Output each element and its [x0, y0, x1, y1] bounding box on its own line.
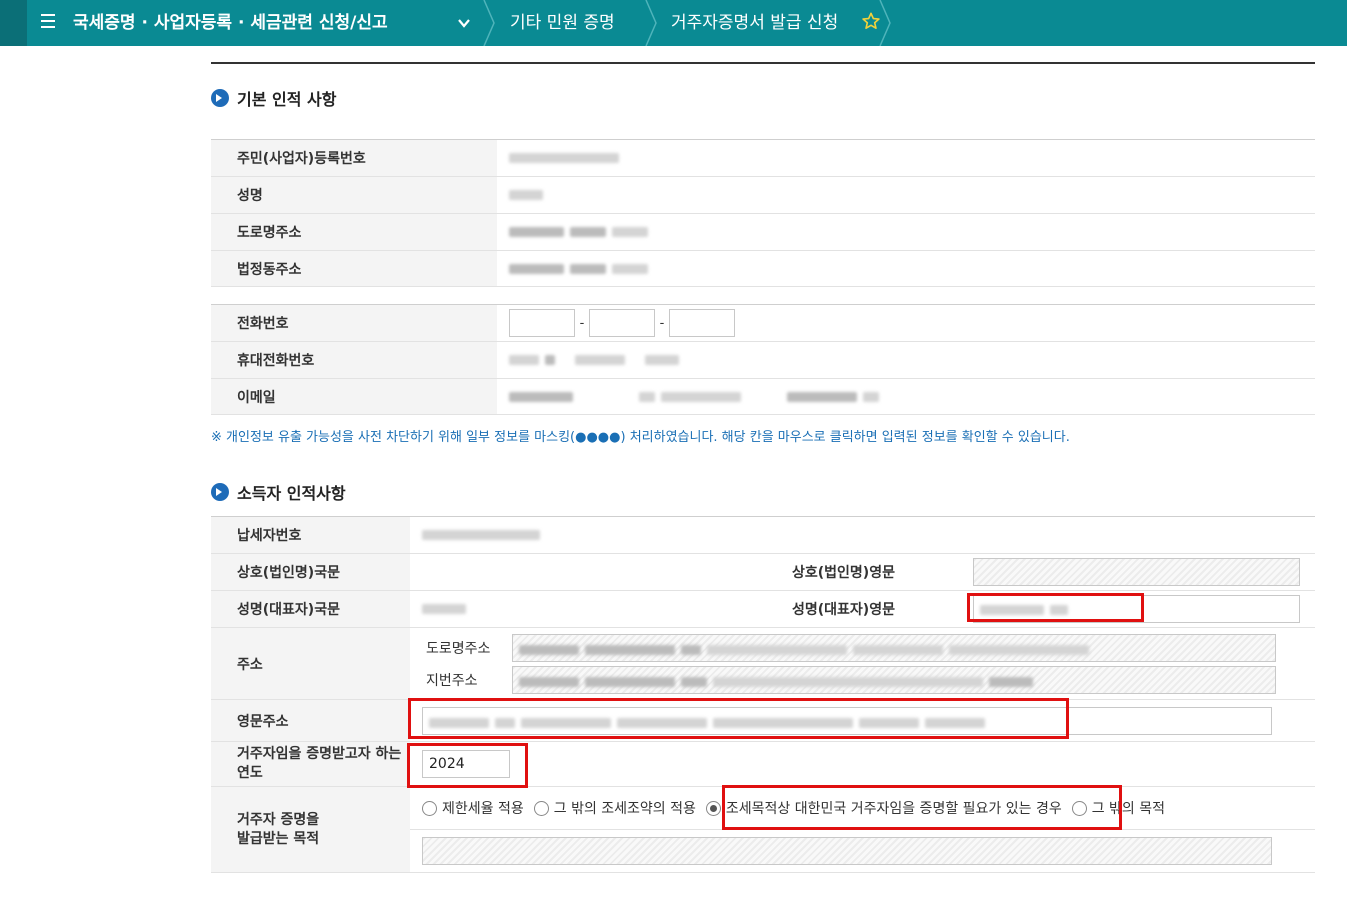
- breadcrumb-current-page: 거주자증명서 발급 신청: [671, 13, 839, 33]
- phone-part2-input[interactable]: [589, 309, 655, 337]
- breadcrumb-category[interactable]: 국세증명 · 사업자등록 · 세금관련 신청/신고: [73, 0, 388, 46]
- purpose-option-other-treaty[interactable]: 그 밖의 조세조약의 적용: [533, 798, 696, 818]
- field-label: 성명: [211, 176, 497, 214]
- table-row: 성명: [211, 176, 1315, 214]
- company-en-input: [973, 558, 1300, 586]
- field-label: 이메일: [211, 378, 497, 415]
- contact-info-table: 전화번호 -- 휴대전화번호 이메일: [211, 304, 1315, 415]
- table-row: 주소 도로명주소 지번주소: [211, 627, 1315, 700]
- field-label: 영문주소: [211, 699, 410, 742]
- table-row: 이메일: [211, 378, 1315, 415]
- radio-icon[interactable]: [422, 800, 437, 816]
- table-row: 주민(사업자)등록번호: [211, 139, 1315, 177]
- field-label: 거주자 증명을 발급받는 목적: [211, 786, 410, 873]
- field-label: 도로명주소: [211, 213, 497, 251]
- table-row: 휴대전화번호: [211, 341, 1315, 379]
- radio-selected-icon[interactable]: [705, 800, 721, 816]
- field-label: 법정동주소: [211, 250, 497, 287]
- section-basic-info-title: 기본 인적 사항: [211, 86, 336, 110]
- field-label: 거주자임을 증명받고자 하는 연도: [211, 741, 410, 787]
- table-row: 성명(대표자)국문 성명(대표자)영문: [211, 590, 1315, 628]
- left-strip: [0, 0, 27, 46]
- basic-info-table: 주민(사업자)등록번호 성명 도로명주소 법정동주소: [211, 139, 1315, 287]
- masked-value[interactable]: [410, 590, 762, 628]
- masked-value[interactable]: [497, 213, 1315, 251]
- field-label: 휴대전화번호: [211, 341, 497, 379]
- table-row: 전화번호 --: [211, 304, 1315, 342]
- chevron-down-icon[interactable]: [457, 16, 471, 30]
- field-label: 성명(대표자)국문: [211, 590, 410, 628]
- field-label: 전화번호: [211, 304, 497, 342]
- field-label: 상호(법인명)영문: [762, 553, 961, 591]
- masked-value[interactable]: [497, 139, 1315, 177]
- highlight-box: [967, 593, 1144, 622]
- table-row: 상호(법인명)국문 상호(법인명)영문: [211, 553, 1315, 591]
- hamburger-icon[interactable]: [41, 14, 55, 30]
- field-label: 납세자번호: [211, 516, 410, 554]
- phone-part1-input[interactable]: [509, 309, 575, 337]
- highlight-box: [407, 743, 528, 788]
- breadcrumb-subcategory[interactable]: 기타 민원 증명: [510, 0, 615, 46]
- masked-value[interactable]: [497, 378, 1315, 415]
- purpose-other-input: [422, 836, 1272, 865]
- masked-value[interactable]: [497, 341, 1315, 379]
- radio-icon[interactable]: [533, 800, 549, 816]
- section-income-earner-title: 소득자 인적사항: [211, 480, 346, 504]
- table-row: 거주자임을 증명받고자 하는 연도 2024: [211, 741, 1315, 787]
- road-address-input: [512, 633, 1276, 662]
- arrow-bullet-icon: [211, 483, 229, 501]
- highlight-box: [408, 698, 1069, 739]
- table-row: 법정동주소: [211, 250, 1315, 287]
- field-label: 상호(법인명)국문: [211, 553, 410, 591]
- highlight-box: [722, 785, 1122, 830]
- masked-value[interactable]: [497, 176, 1315, 214]
- field-label: 성명(대표자)영문: [762, 590, 961, 628]
- breadcrumb-separator-icon: [645, 0, 657, 46]
- top-rule: [211, 62, 1315, 64]
- lot-address-label: 지번주소: [426, 672, 478, 689]
- field-label: 주민(사업자)등록번호: [211, 139, 497, 177]
- masked-value[interactable]: [497, 250, 1315, 287]
- breadcrumb-separator-icon: [879, 0, 891, 46]
- table-row: 납세자번호: [211, 516, 1315, 554]
- lot-address-input: [512, 665, 1276, 694]
- main-content: 기본 인적 사항 주민(사업자)등록번호 성명 도로명주소 법정동주소 전화번호…: [211, 62, 1315, 873]
- field-label: 주소: [211, 627, 410, 700]
- breadcrumb-bar: 국세증명 · 사업자등록 · 세금관련 신청/신고 기타 민원 증명 거주자증명…: [0, 0, 1347, 46]
- road-address-label: 도로명주소: [426, 640, 491, 657]
- phone-part3-input[interactable]: [669, 309, 735, 337]
- breadcrumb-separator-icon: [483, 0, 495, 46]
- masking-notice: ※ 개인정보 유출 가능성을 사전 차단하기 위해 일부 정보를 마스킹(●●●…: [211, 430, 1070, 445]
- masked-value[interactable]: [410, 516, 1315, 554]
- table-row: 도로명주소: [211, 213, 1315, 251]
- purpose-option-limited-rate[interactable]: 제한세율 적용: [422, 798, 524, 818]
- arrow-bullet-icon: [211, 89, 229, 107]
